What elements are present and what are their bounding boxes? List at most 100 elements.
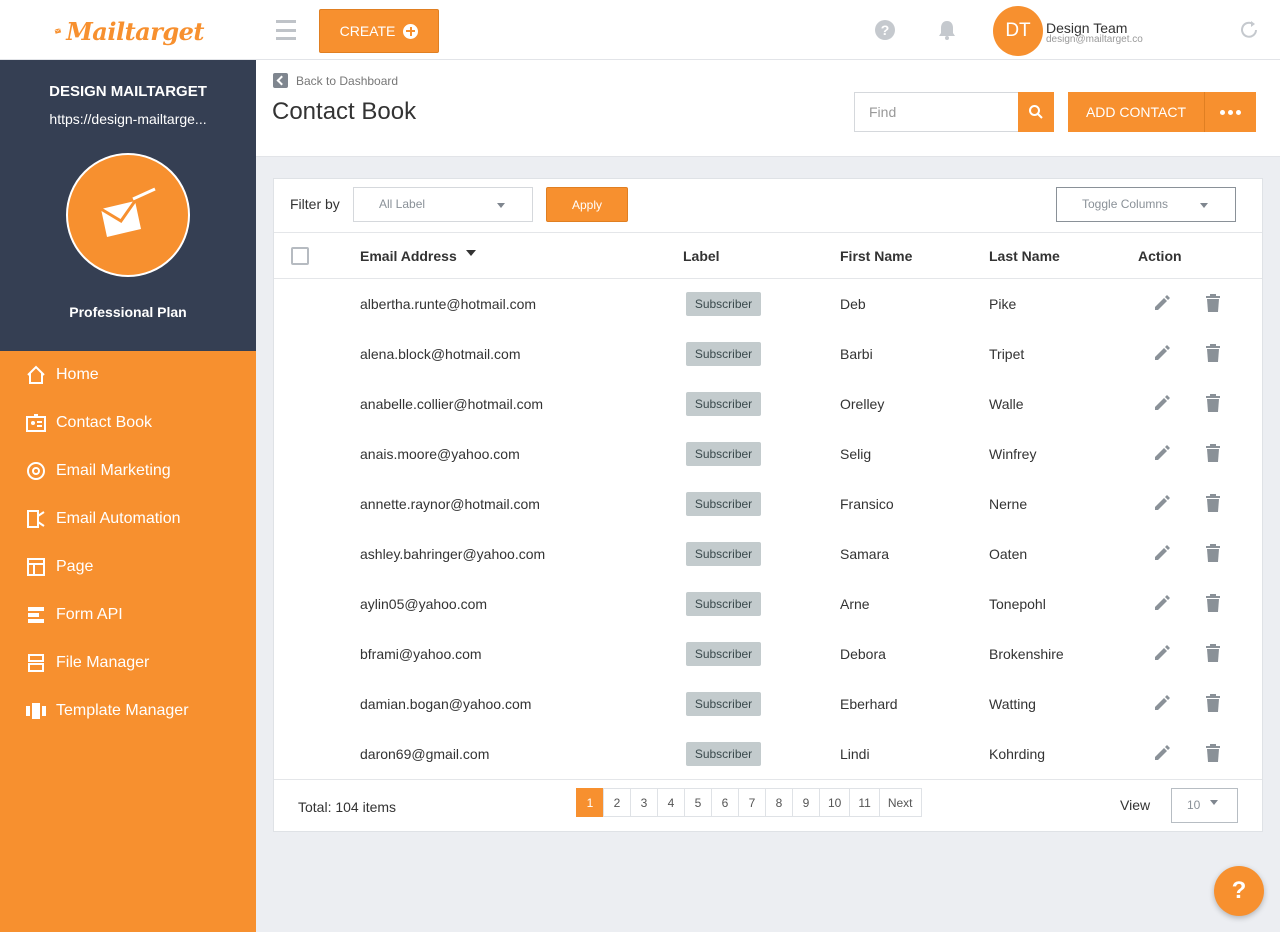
filter-label: Filter by <box>290 196 340 212</box>
sidebar-item-page[interactable]: Page <box>0 543 256 591</box>
trash-icon[interactable] <box>1205 294 1221 312</box>
form-icon <box>28 607 44 623</box>
edit-pencil-icon[interactable] <box>1153 744 1171 762</box>
refresh-icon[interactable] <box>1238 19 1260 41</box>
page-size-select[interactable]: 10 <box>1171 788 1238 823</box>
label-badge: Subscriber <box>686 342 761 366</box>
sidebar-item-template-manager[interactable]: Template Manager <box>0 687 256 735</box>
sidebar-item-email-automation[interactable]: Email Automation <box>0 495 256 543</box>
trash-icon[interactable] <box>1205 644 1221 662</box>
cell-first-name: Fransico <box>840 496 894 512</box>
trash-icon[interactable] <box>1205 444 1221 462</box>
plus-circle-icon <box>403 23 419 39</box>
trash-icon[interactable] <box>1205 344 1221 362</box>
add-contact-button[interactable]: ADD CONTACT <box>1068 92 1205 132</box>
more-options-icon[interactable] <box>1205 92 1256 132</box>
trash-icon[interactable] <box>1205 694 1221 712</box>
account-url[interactable]: https://design-mailtarge... <box>0 111 256 127</box>
mailtarget-logo[interactable]: Mailtarget <box>54 12 204 50</box>
cell-first-name: Lindi <box>840 746 870 762</box>
table-header: Email Address Label First Name Last Name… <box>274 232 1262 279</box>
edit-pencil-icon[interactable] <box>1153 394 1171 412</box>
sidebar-item-label: File Manager <box>56 654 150 671</box>
edit-pencil-icon[interactable] <box>1153 544 1171 562</box>
back-to-dashboard-link[interactable]: Back to Dashboard <box>273 73 398 88</box>
trash-icon[interactable] <box>1205 494 1221 512</box>
table-footer: Total: 104 items 1 2 3 4 5 6 7 8 9 10 11 Next View … <box>274 779 1262 832</box>
cell-email: damian.bogan@yahoo.com <box>360 696 532 712</box>
envelope-logo-icon <box>54 28 62 34</box>
search-input[interactable] <box>854 92 1020 132</box>
create-button[interactable]: CREATE <box>319 9 439 53</box>
table-row: anais.moore@yahoo.com Subscriber Selig Winf… <box>274 429 1262 479</box>
view-label: View <box>1120 797 1151 813</box>
bell-icon[interactable] <box>936 19 958 41</box>
floating-help-button[interactable]: ? <box>1214 866 1264 916</box>
pagination-page-button[interactable]: 2 <box>603 788 631 817</box>
top-bar: Mailtarget CREATE ? DT Design Team desig… <box>0 0 1280 60</box>
cell-email: alena.block@hotmail.com <box>360 346 521 362</box>
cell-last-name: Tonepohl <box>989 596 1046 612</box>
label-badge: Subscriber <box>686 492 761 516</box>
envelope-icon <box>100 187 156 237</box>
table-row: ashley.bahringer@yahoo.com Subscriber Sama… <box>274 529 1262 579</box>
cell-first-name: Deb <box>840 296 866 312</box>
pagination-next-button[interactable]: Next <box>878 788 922 817</box>
trash-icon[interactable] <box>1205 744 1221 762</box>
sort-desc-icon[interactable] <box>466 250 476 256</box>
cell-last-name: Tripet <box>989 346 1025 362</box>
apply-button[interactable]: Apply <box>546 187 628 222</box>
sidebar-item-label: Contact Book <box>56 414 153 431</box>
pagination-page-button[interactable]: 7 <box>738 788 766 817</box>
select-all-checkbox[interactable] <box>291 247 309 265</box>
sidebar-item-form-api[interactable]: Form API <box>0 591 256 639</box>
edit-pencil-icon[interactable] <box>1153 444 1171 462</box>
trash-icon[interactable] <box>1205 594 1221 612</box>
account-logo <box>66 153 190 277</box>
avatar[interactable]: DT <box>993 6 1043 56</box>
edit-pencil-icon[interactable] <box>1153 594 1171 612</box>
cell-last-name: Kohrding <box>989 746 1046 762</box>
edit-pencil-icon[interactable] <box>1153 494 1171 512</box>
search-icon <box>1029 105 1043 119</box>
trash-icon[interactable] <box>1205 394 1221 412</box>
trash-icon[interactable] <box>1205 544 1221 562</box>
search-button[interactable] <box>1018 92 1054 132</box>
cell-last-name: Watting <box>989 696 1036 712</box>
chevron-down-icon <box>497 203 505 208</box>
pagination-page-button[interactable]: 4 <box>657 788 685 817</box>
sidebar-item-contact-book[interactable]: Contact Book <box>0 399 256 447</box>
label-filter-select[interactable]: All Label <box>353 187 533 222</box>
pagination-page-button[interactable]: 1 <box>576 788 604 817</box>
logo-text: Mailtarget <box>66 16 204 46</box>
cell-email: anabelle.collier@hotmail.com <box>360 396 544 412</box>
page-title: Contact Book <box>272 98 417 125</box>
pagination-page-button[interactable]: 5 <box>684 788 712 817</box>
pagination-page-button[interactable]: 8 <box>765 788 793 817</box>
pagination-page-button[interactable]: 11 <box>849 788 880 817</box>
cell-first-name: Arne <box>840 596 870 612</box>
pagination-page-button[interactable]: 6 <box>711 788 739 817</box>
pagination-page-button[interactable]: 3 <box>630 788 658 817</box>
sidebar-item-email-marketing[interactable]: Email Marketing <box>0 447 256 495</box>
table-row: aylin05@yahoo.com Subscriber Arne Tonepohl <box>274 579 1262 629</box>
sidebar-item-file-manager[interactable]: File Manager <box>0 639 256 687</box>
edit-pencil-icon[interactable] <box>1153 294 1171 312</box>
edit-pencil-icon[interactable] <box>1153 644 1171 662</box>
label-badge: Subscriber <box>686 292 761 316</box>
file-manager-icon <box>28 654 44 672</box>
edit-pencil-icon[interactable] <box>1153 694 1171 712</box>
pagination-page-button[interactable]: 10 <box>819 788 851 817</box>
pagination-page-button[interactable]: 9 <box>792 788 820 817</box>
edit-pencil-icon[interactable] <box>1153 344 1171 362</box>
cell-email: ashley.bahringer@yahoo.com <box>360 546 546 562</box>
column-email[interactable]: Email Address <box>360 248 457 264</box>
sidebar-item-home[interactable]: Home <box>0 351 256 399</box>
toggle-columns-select[interactable]: Toggle Columns <box>1056 187 1236 222</box>
at-sign-icon <box>27 462 45 480</box>
contact-card-icon <box>26 414 46 432</box>
help-icon[interactable]: ? <box>875 20 895 40</box>
cell-email: bframi@yahoo.com <box>360 646 482 662</box>
menu-toggle-icon[interactable] <box>276 20 296 40</box>
total-items: Total: 104 items <box>298 799 397 815</box>
